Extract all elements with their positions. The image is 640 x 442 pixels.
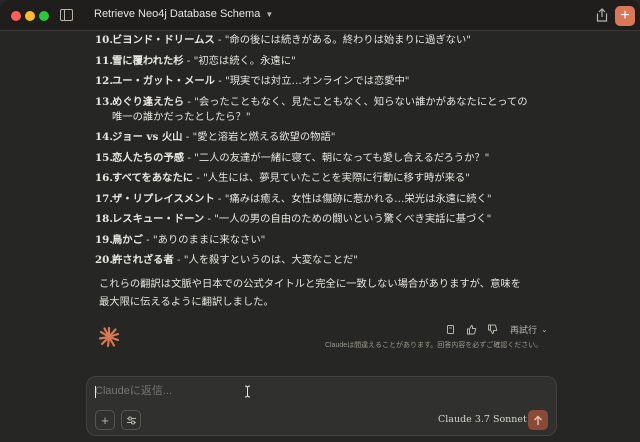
chevron-down-icon: ▼ xyxy=(265,9,274,19)
list-item-number: 19. xyxy=(95,233,113,246)
list-item-tagline: - "人生には、夢見ていたことを実際に行動に移す時が来る" xyxy=(193,172,470,184)
message-actions: 再試行 ⌄ xyxy=(445,323,548,336)
copy-icon[interactable] xyxy=(445,324,456,335)
list-item: 19. 鳥かご - "ありのままに来なさい" xyxy=(95,233,535,248)
list-item-title: めぐり逢えたら xyxy=(112,95,185,108)
list-item-number: 14. xyxy=(95,131,113,143)
list-item-number: 13. xyxy=(95,95,113,108)
arrow-up-icon xyxy=(534,415,542,425)
list-item: 17. ザ・リプレイスメント - "痛みは癒え、女性は傷跡に惹かれる…栄光は永遠に… xyxy=(95,192,535,207)
list-item: 10. ビヨンド・ドリームス - "命の後には続きがある。終わりは始まりに過ぎない… xyxy=(95,33,535,48)
model-label: Claude 3.7 Sonnet xyxy=(438,414,527,425)
text-caret xyxy=(95,386,96,398)
claude-logo-icon xyxy=(98,326,120,348)
plus-icon: + xyxy=(101,412,109,428)
close-window-button[interactable] xyxy=(11,11,21,21)
list-item-tagline: - "命の後には続きがある。終わりは始まりに過ぎない" xyxy=(214,34,471,46)
list-item-number: 20. xyxy=(95,254,113,266)
title-bar: Retrieve Neo4j Database Schema ▼ + xyxy=(0,0,640,31)
list-item-number: 15. xyxy=(95,151,113,164)
conversation-area: 10. ビヨンド・ドリームス - "命の後には続きがある。終わりは始まりに過ぎない… xyxy=(0,31,640,376)
send-button[interactable] xyxy=(528,410,548,430)
zoom-window-button[interactable] xyxy=(39,11,49,21)
list-item-number: 10. xyxy=(95,34,113,46)
list-item-title: ユー・ガット・メール xyxy=(112,75,215,87)
retry-button[interactable]: 再試行 ⌄ xyxy=(510,323,548,336)
share-icon[interactable] xyxy=(596,8,608,22)
ibeam-cursor-icon xyxy=(244,385,251,398)
translated-titles-list: 10. ビヨンド・ドリームス - "命の後には続きがある。終わりは始まりに過ぎない… xyxy=(95,33,535,274)
closing-paragraph: これらの翻訳は文脈や日本での公式タイトルと完全に一致しない場合がありますが、意味… xyxy=(99,278,521,308)
list-item: 16. すべてをあなたに - "人生には、夢見ていたことを実際に行動に移す時が来る… xyxy=(95,171,535,186)
list-item: 11. 雪に覆われた杉 - "初恋は続く。永遠に" xyxy=(95,54,535,69)
list-item-title: ザ・リプレイスメント xyxy=(112,192,215,205)
list-item-number: 12. xyxy=(95,75,113,87)
conversation-title-menu[interactable]: Retrieve Neo4j Database Schema ▼ xyxy=(94,8,273,20)
conversation-title: Retrieve Neo4j Database Schema xyxy=(94,8,261,20)
list-item-tagline: - "現実では対立…オンラインでは恋愛中" xyxy=(214,75,410,87)
list-item-number: 17. xyxy=(95,192,113,205)
app-window: Retrieve Neo4j Database Schema ▼ + 10. ビヨ… xyxy=(0,0,640,442)
list-item-tagline: - "ありのままに来なさい" xyxy=(142,233,266,246)
disclaimer-text: Claudeは間違えることがあります。回答内容を必ずご確認ください。 xyxy=(325,342,543,349)
tools-button[interactable] xyxy=(121,410,141,430)
sliders-icon xyxy=(126,416,136,424)
list-item-title: ビヨンド・ドリームス xyxy=(112,34,215,46)
list-item-title: レスキュー・ドーン xyxy=(112,213,205,225)
list-item-number: 11. xyxy=(95,54,113,67)
retry-label: 再試行 xyxy=(510,325,538,335)
list-item-number: 16. xyxy=(95,172,113,184)
thumbs-down-icon[interactable] xyxy=(487,324,498,335)
list-item-tagline: - "痛みは癒え、女性は傷跡に惹かれる…栄光は永遠に続く" xyxy=(214,192,492,205)
list-item: 20. 許されざる者 - "人を殺すというのは、大変なことだ" xyxy=(95,253,535,268)
list-item-title: 許されざる者 xyxy=(112,254,174,266)
list-item-tagline: - "一人の男の自由のための闘いという驚くべき実話に基づく" xyxy=(204,213,492,225)
minimize-window-button[interactable] xyxy=(25,11,35,21)
list-item-tagline: - "初恋は続く。永遠に" xyxy=(183,54,296,67)
list-item-title: 恋人たちの予感 xyxy=(112,151,185,164)
list-item: 13. めぐり逢えたら - "会ったこともなく、見たこともなく、知らない誰かがあな… xyxy=(95,95,535,125)
attach-button[interactable]: + xyxy=(95,410,115,430)
message-composer: + Claude 3.7 Sonnet ⌄ xyxy=(86,376,557,436)
list-item-title: ジョー vs 火山 xyxy=(112,131,183,143)
list-item: 12. ユー・ガット・メール - "現実では対立…オンラインでは恋愛中" xyxy=(95,74,535,89)
list-item: 14. ジョー vs 火山 - "愛と溶岩と燃える欲望の物語" xyxy=(95,130,535,145)
list-item-number: 18. xyxy=(95,213,113,225)
chevron-down-icon: ⌄ xyxy=(541,325,548,334)
new-chat-button[interactable]: + xyxy=(615,6,635,26)
plus-icon: + xyxy=(620,7,630,24)
list-item: 18. レスキュー・ドーン - "一人の男の自由のための闘いという驚くべき実話に基… xyxy=(95,212,535,227)
model-selector[interactable]: Claude 3.7 Sonnet ⌄ xyxy=(438,414,539,425)
list-item-tagline: - "人を殺すというのは、大変なことだ" xyxy=(173,254,359,266)
thumbs-up-icon[interactable] xyxy=(466,324,477,335)
sidebar-toggle-icon[interactable] xyxy=(60,9,73,21)
list-item-title: 鳥かご xyxy=(112,233,143,246)
list-item-tagline: - "愛と溶岩と燃える欲望の物語" xyxy=(182,131,336,143)
list-item-title: 雪に覆われた杉 xyxy=(112,54,184,67)
list-item-title: すべてをあなたに xyxy=(112,172,194,184)
list-item: 15. 恋人たちの予感 - "二人の友達が一緒に寝て、朝になっても愛し合えるだろう… xyxy=(95,151,535,166)
list-item-tagline: - "二人の友達が一緒に寝て、朝になっても愛し合えるだろうか？" xyxy=(184,151,490,164)
